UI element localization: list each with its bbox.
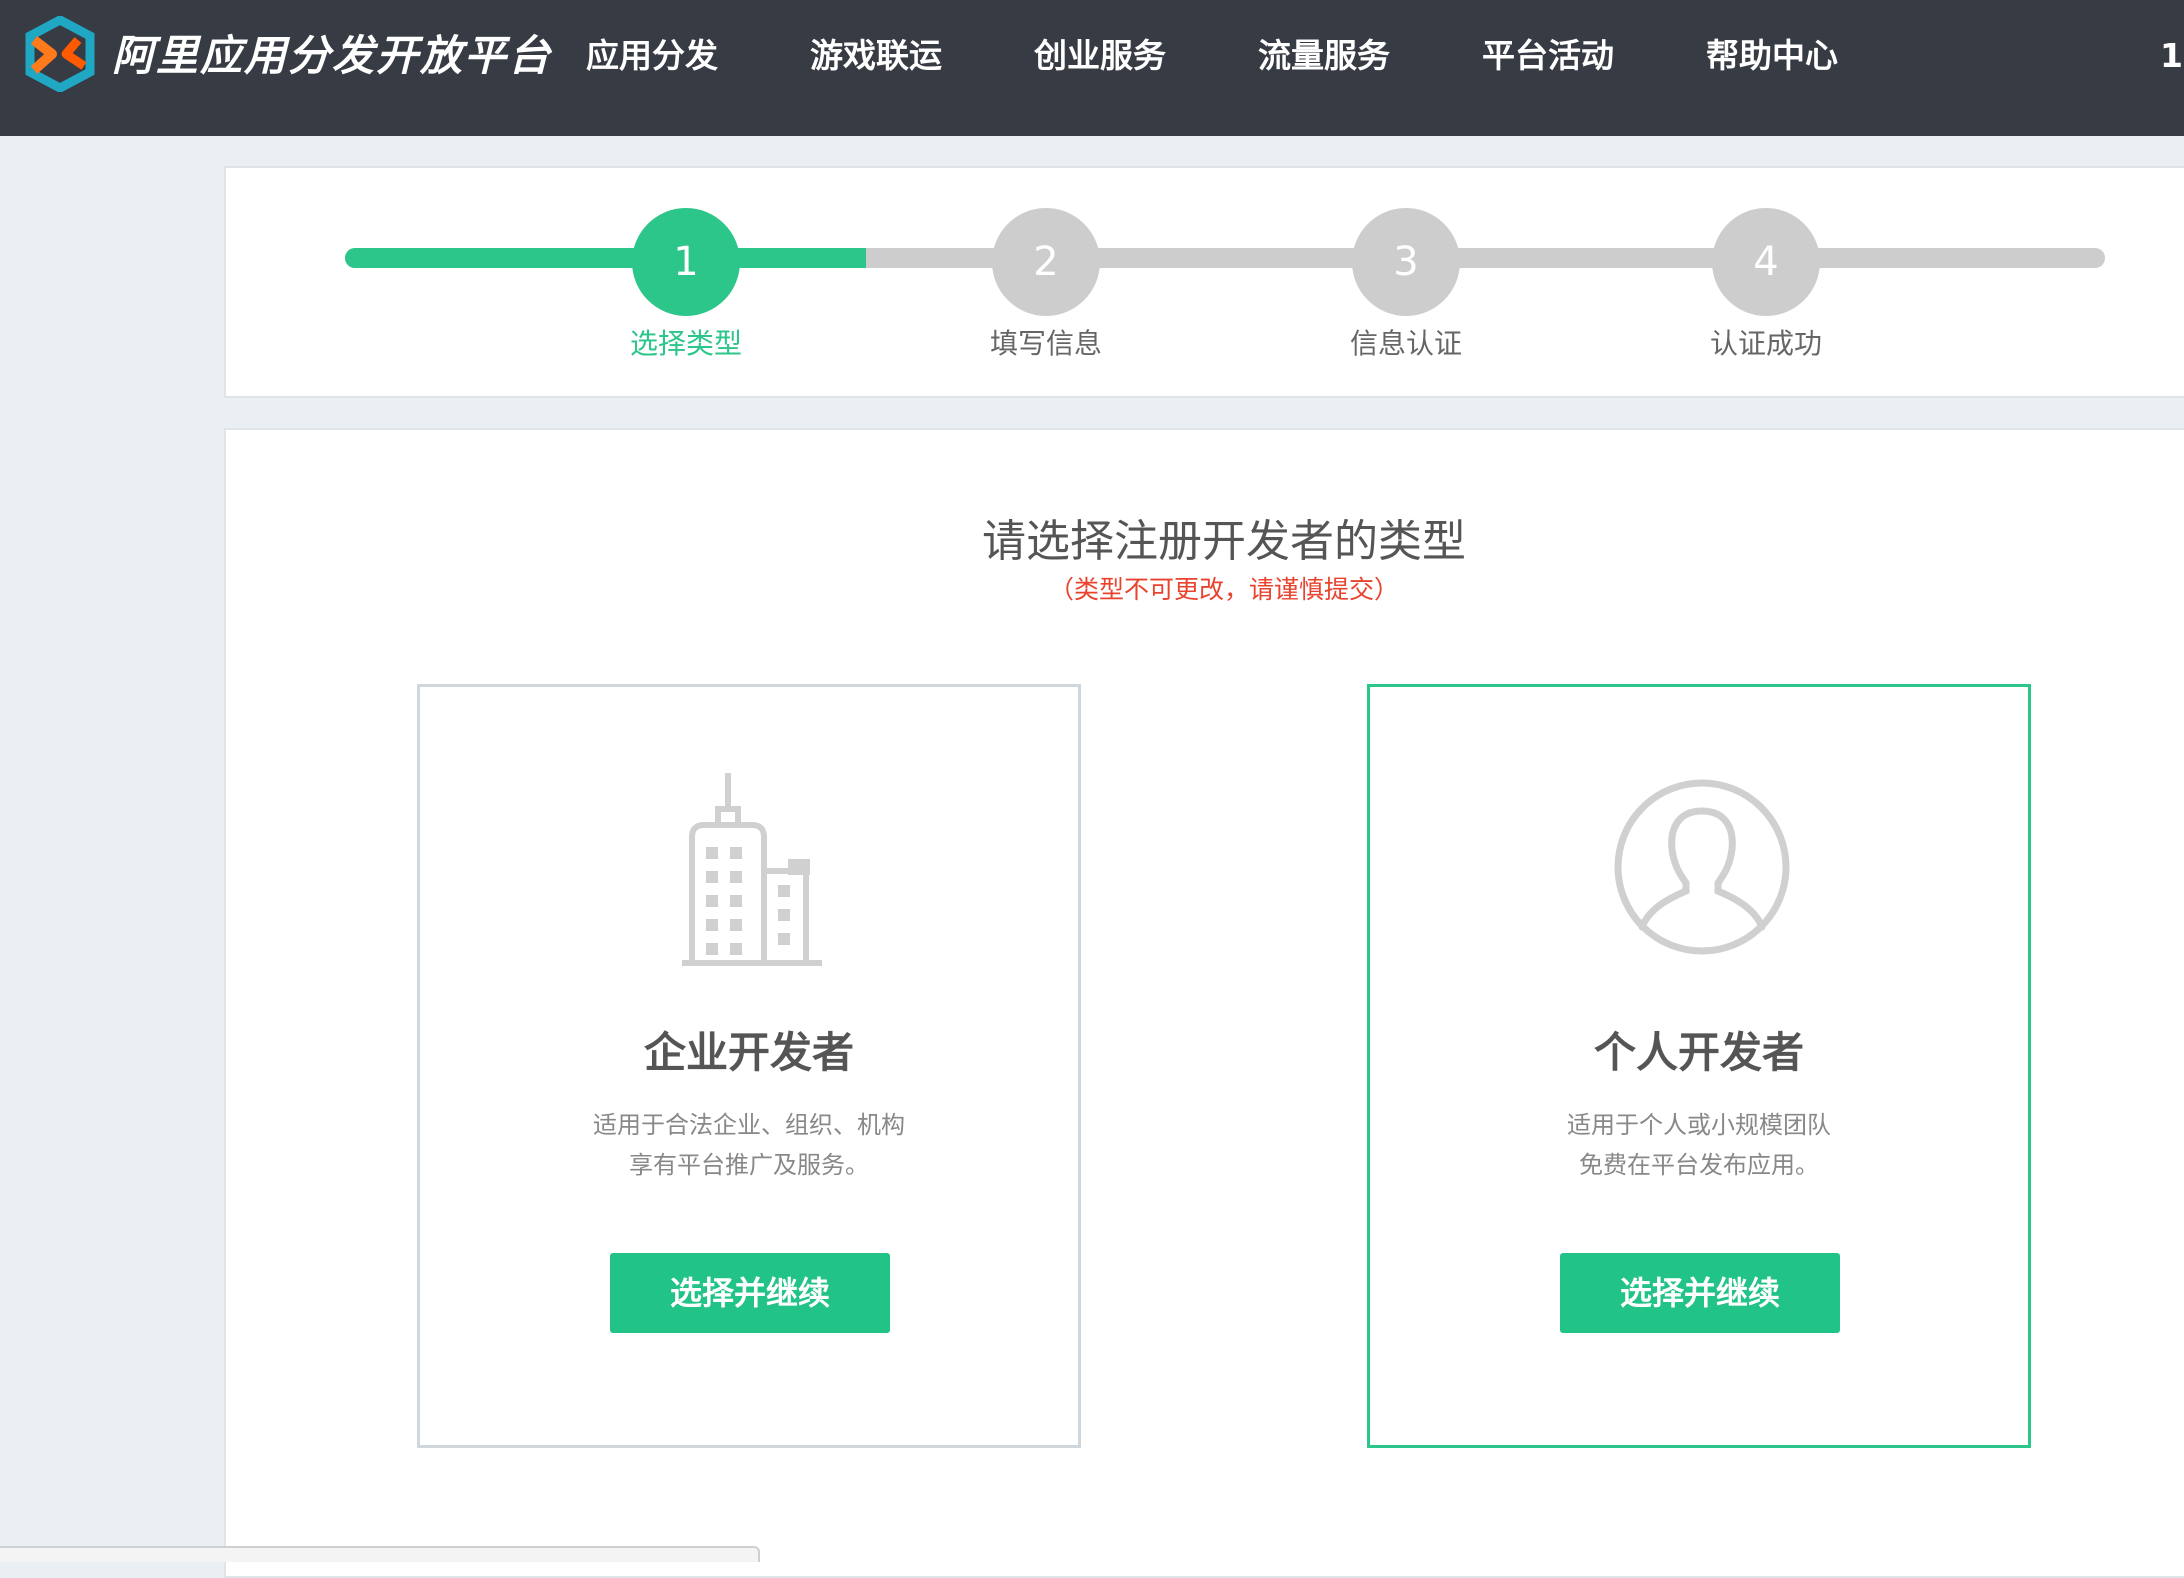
nav-item-game-operations[interactable]: 游戏联运 [764,26,988,86]
step-3: 3 信息认证 [1306,208,1506,364]
building-icon [682,773,822,966]
step-1: 1 选择类型 [586,208,786,364]
step-label: 选择类型 [629,327,742,360]
select-individual-button[interactable]: 选择并继续 [1560,1253,1840,1333]
select-enterprise-button[interactable]: 选择并继续 [610,1253,890,1333]
nav-item-startup-services[interactable]: 创业服务 [988,26,1212,86]
enterprise-developer-card[interactable]: 企业开发者 适用于合法企业、组织、机构 享有平台推广及服务。 选择并继续 [417,684,1081,1448]
step-number: 3 [1352,208,1460,316]
card-description-line: 免费在平台发布应用。 [1579,1151,1819,1179]
nav-item-traffic-services[interactable]: 流量服务 [1212,26,1436,86]
page-title: 请选择注册开发者的类型 [982,516,1466,567]
warning-subtitle: （类型不可更改，请谨慎提交） [1048,575,1399,604]
card-description-line: 适用于个人或小规模团队 [1567,1111,1831,1139]
person-icon [1614,779,1790,955]
card-title: 企业开发者 [643,1028,854,1077]
card-description: 适用于合法企业、组织、机构 享有平台推广及服务。 [420,1105,1078,1185]
step-number: 1 [632,208,740,316]
step-number: 4 [1712,208,1820,316]
top-navigation-bar: 阿里应用分发开放平台 应用分发 游戏联运 创业服务 流量服务 平台活动 帮助中心… [0,0,2184,136]
card-description-line: 享有平台推广及服务。 [629,1151,869,1179]
brand-title[interactable]: 阿里应用分发开放平台 [112,26,552,86]
developer-type-panel: 请选择注册开发者的类型 （类型不可更改，请谨慎提交） 企业开发者 适用于合法企业… [224,428,2184,1578]
card-description: 适用于个人或小规模团队 免费在平台发布应用。 [1370,1105,2028,1185]
registration-progress: 1 选择类型 2 填写信息 3 信息认证 4 认证成功 [224,166,2184,398]
step-2: 2 填写信息 [946,208,1146,364]
card-description-line: 适用于合法企业、组织、机构 [593,1111,905,1139]
nav-item-help-center[interactable]: 帮助中心 [1660,26,1884,86]
nav-item-platform-activities[interactable]: 平台活动 [1436,26,1660,86]
step-number: 2 [992,208,1100,316]
nav-item-app-distribution[interactable]: 应用分发 [540,26,764,86]
step-label: 信息认证 [1349,327,1462,360]
clipped-header-text[interactable]: 1 [2160,26,2183,86]
individual-developer-card[interactable]: 个人开发者 适用于个人或小规模团队 免费在平台发布应用。 选择并继续 [1367,684,2031,1448]
main-nav: 应用分发 游戏联运 创业服务 流量服务 平台活动 帮助中心 [540,26,1884,86]
card-title: 个人开发者 [1593,1028,1804,1077]
logo-icon[interactable] [22,16,98,92]
step-label: 认证成功 [1709,327,1822,360]
step-4: 4 认证成功 [1666,208,1866,364]
step-label: 填写信息 [989,327,1102,360]
